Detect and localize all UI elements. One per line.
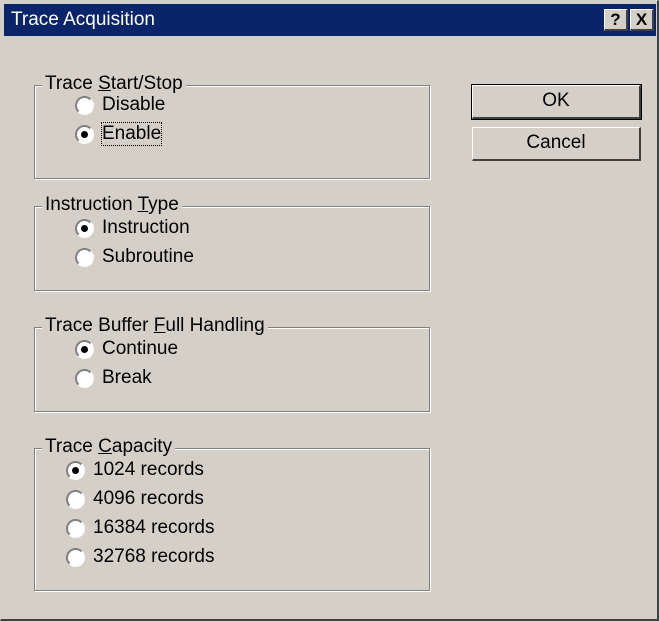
radio-instruction[interactable]: Instruction xyxy=(75,216,190,240)
radio-button-icon[interactable] xyxy=(75,247,94,267)
radio-32768-records[interactable]: 32768 records xyxy=(66,545,214,569)
group-label-trace-buffer-full-handling: Trace Buffer Full Handling xyxy=(42,315,268,337)
group-trace-capacity: Trace Capacity 1024 records 4096 records… xyxy=(34,436,430,591)
radio-enable[interactable]: Enable xyxy=(75,122,163,146)
radio-label-32768-records[interactable]: 32768 records xyxy=(93,546,214,568)
window-title: Trace Acquisition xyxy=(11,9,155,30)
radio-button-icon[interactable] xyxy=(75,368,94,388)
radio-label-disable[interactable]: Disable xyxy=(102,94,165,116)
radio-label-subroutine[interactable]: Subroutine xyxy=(102,246,194,268)
radio-label-enable[interactable]: Enable xyxy=(100,122,163,146)
radio-button-selected-icon[interactable] xyxy=(75,339,94,359)
radio-subroutine[interactable]: Subroutine xyxy=(75,245,194,269)
group-instruction-type: Instruction Type Instruction Subroutine xyxy=(34,194,430,291)
radio-button-icon[interactable] xyxy=(66,547,85,567)
radio-label-break[interactable]: Break xyxy=(102,367,152,389)
title-bar[interactable]: Trace Acquisition ? X xyxy=(4,4,656,36)
radio-label-instruction[interactable]: Instruction xyxy=(102,217,190,239)
close-button[interactable]: X xyxy=(630,9,654,31)
group-label-trace-capacity: Trace Capacity xyxy=(42,436,176,458)
radio-4096-records[interactable]: 4096 records xyxy=(66,487,204,511)
radio-disable[interactable]: Disable xyxy=(75,93,165,117)
radio-button-selected-icon[interactable] xyxy=(66,460,85,480)
radio-button-icon[interactable] xyxy=(75,95,94,115)
radio-button-selected-icon[interactable] xyxy=(75,124,94,144)
help-button[interactable]: ? xyxy=(604,9,628,31)
group-trace-buffer-full-handling: Trace Buffer Full Handling Continue Brea… xyxy=(34,315,430,412)
group-trace-start-stop: Trace Start/Stop Disable Enable xyxy=(34,73,430,179)
ok-button[interactable]: OK xyxy=(471,84,642,120)
radio-label-16384-records[interactable]: 16384 records xyxy=(93,517,214,539)
cancel-button[interactable]: Cancel xyxy=(472,127,641,161)
radio-continue[interactable]: Continue xyxy=(75,337,178,361)
radio-1024-records[interactable]: 1024 records xyxy=(66,458,204,482)
radio-break[interactable]: Break xyxy=(75,366,152,390)
radio-button-icon[interactable] xyxy=(66,489,85,509)
radio-button-icon[interactable] xyxy=(66,518,85,538)
radio-label-continue[interactable]: Continue xyxy=(102,338,178,360)
radio-label-4096-records[interactable]: 4096 records xyxy=(93,488,204,510)
radio-label-1024-records[interactable]: 1024 records xyxy=(93,459,204,481)
radio-16384-records[interactable]: 16384 records xyxy=(66,516,214,540)
radio-button-selected-icon[interactable] xyxy=(75,218,94,238)
group-label-trace-start-stop: Trace Start/Stop xyxy=(42,73,186,95)
trace-acquisition-dialog: Trace Acquisition ? X Trace Start/Stop D… xyxy=(0,0,659,621)
group-label-instruction-type: Instruction Type xyxy=(42,194,182,216)
